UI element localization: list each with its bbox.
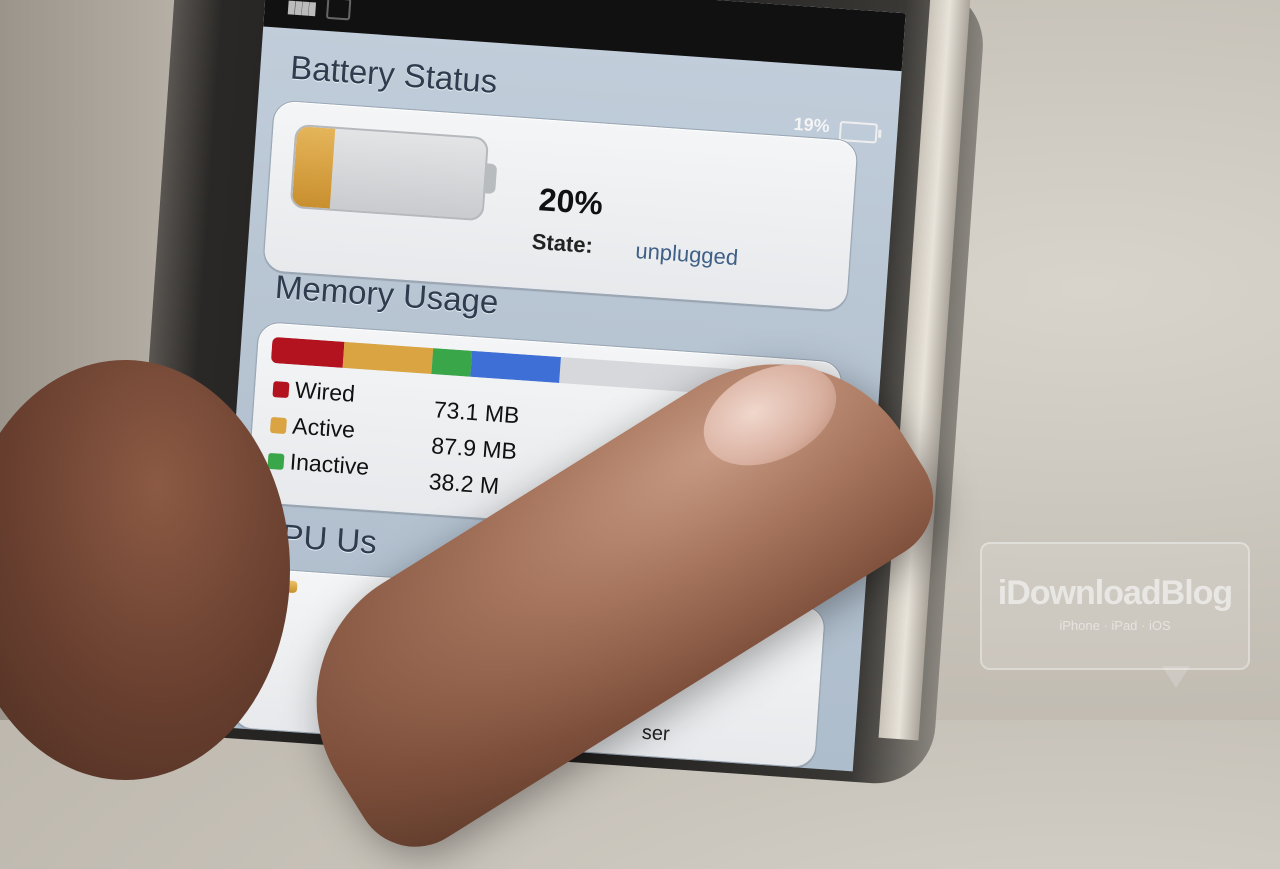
watermark-subtitle: iPhone · iPad · iOS — [1059, 618, 1171, 633]
memory-segment-inactive — [431, 348, 473, 377]
battery-percent: 20% — [537, 181, 605, 222]
legend-active-swatch — [269, 416, 287, 435]
legend-active-value: 87.9 MB — [430, 432, 518, 465]
legend-inactive-value: 38.2 M — [428, 468, 500, 500]
legend-wired-label: Wired — [294, 376, 356, 407]
legend-inactive-swatch — [267, 452, 285, 470]
battery-state-value: unplugged — [634, 238, 739, 271]
battery-section-title: Battery Status — [289, 48, 499, 100]
legend-inactive-label: Inactive — [289, 448, 370, 480]
battery-gauge-fill — [291, 126, 336, 209]
watermark-tail — [1162, 666, 1190, 688]
legend-active-label: Active — [291, 412, 356, 443]
battery-gauge — [289, 123, 490, 222]
status-battery-percent: 19% — [793, 113, 831, 137]
carrier-icon — [325, 0, 352, 21]
memory-segment-free — [470, 350, 561, 383]
memory-segment-wired — [270, 336, 345, 368]
signal-icon: ▮▮▮▮ — [286, 0, 315, 18]
cpu-user-label: ser — [641, 721, 671, 746]
legend-wired-swatch — [272, 381, 290, 399]
watermark-title: iDownloadBlog — [997, 574, 1233, 612]
watermark-logo: iDownloadBlog iPhone · iPad · iOS — [980, 542, 1250, 688]
battery-gauge-nub — [483, 163, 498, 195]
legend-wired-value: 73.1 MB — [433, 396, 521, 429]
memory-segment-active — [342, 341, 434, 375]
battery-state-label: State: — [531, 228, 594, 258]
